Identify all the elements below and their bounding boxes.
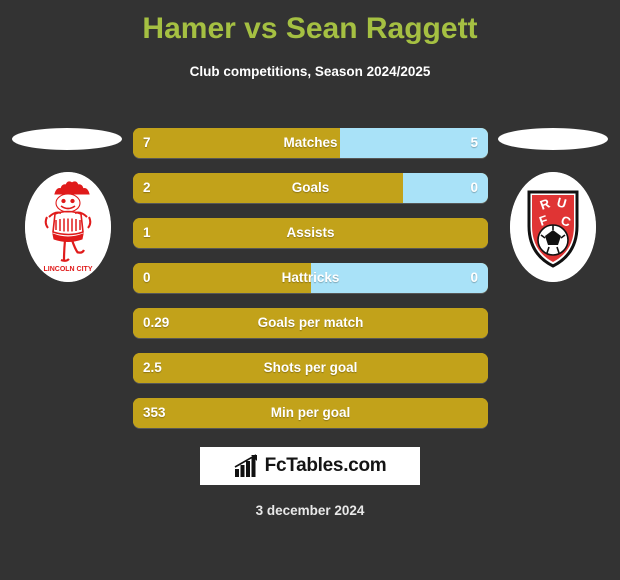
stat-value-right: 5 xyxy=(470,135,478,150)
stat-label: Hattricks xyxy=(281,270,340,285)
club-crest-left: LINCOLN CITY xyxy=(25,172,111,282)
stat-row: 2 Goals 0 xyxy=(133,173,488,203)
footer-date: 3 december 2024 xyxy=(255,503,365,518)
stat-label: Matches xyxy=(283,135,338,150)
fctables-logo[interactable]: FcTables.com xyxy=(200,447,420,485)
stats-list: 7 Matches 5 2 Goals 0 1 Assists 0 Hattri… xyxy=(133,128,488,443)
club-crest-right: R U F C xyxy=(510,172,596,282)
crest-left-text: LINCOLN CITY xyxy=(44,266,93,273)
fctables-logo-text: FcTables.com xyxy=(264,455,387,476)
stat-label: Min per goal xyxy=(270,405,351,420)
stat-value-right: 0 xyxy=(470,180,478,195)
stat-row: 7 Matches 5 xyxy=(133,128,488,158)
bar-chart-icon xyxy=(234,454,257,477)
stat-label: Shots per goal xyxy=(263,360,358,375)
stat-label: Goals per match xyxy=(257,315,364,330)
stat-row: 1 Assists xyxy=(133,218,488,248)
player-photo-right xyxy=(498,128,608,150)
stat-label: Assists xyxy=(286,225,335,240)
player-photo-left xyxy=(12,128,122,150)
football-icon xyxy=(537,224,569,256)
rotherham-united-crest-icon: R U F C xyxy=(510,172,596,282)
stat-label: Goals xyxy=(291,180,330,195)
page-title: Hamer vs Sean Raggett xyxy=(142,12,478,45)
player-comparison-infographic: Hamer vs Sean Raggett Club competitions,… xyxy=(0,0,620,580)
lincoln-city-crest-icon: LINCOLN CITY xyxy=(25,172,111,282)
stat-row: 353 Min per goal xyxy=(133,398,488,428)
stat-row: 0 Hattricks 0 xyxy=(133,263,488,293)
stat-value-right: 0 xyxy=(470,270,478,285)
page-subtitle: Club competitions, Season 2024/2025 xyxy=(189,64,431,79)
stat-row: 0.29 Goals per match xyxy=(133,308,488,338)
stat-row: 2.5 Shots per goal xyxy=(133,353,488,383)
